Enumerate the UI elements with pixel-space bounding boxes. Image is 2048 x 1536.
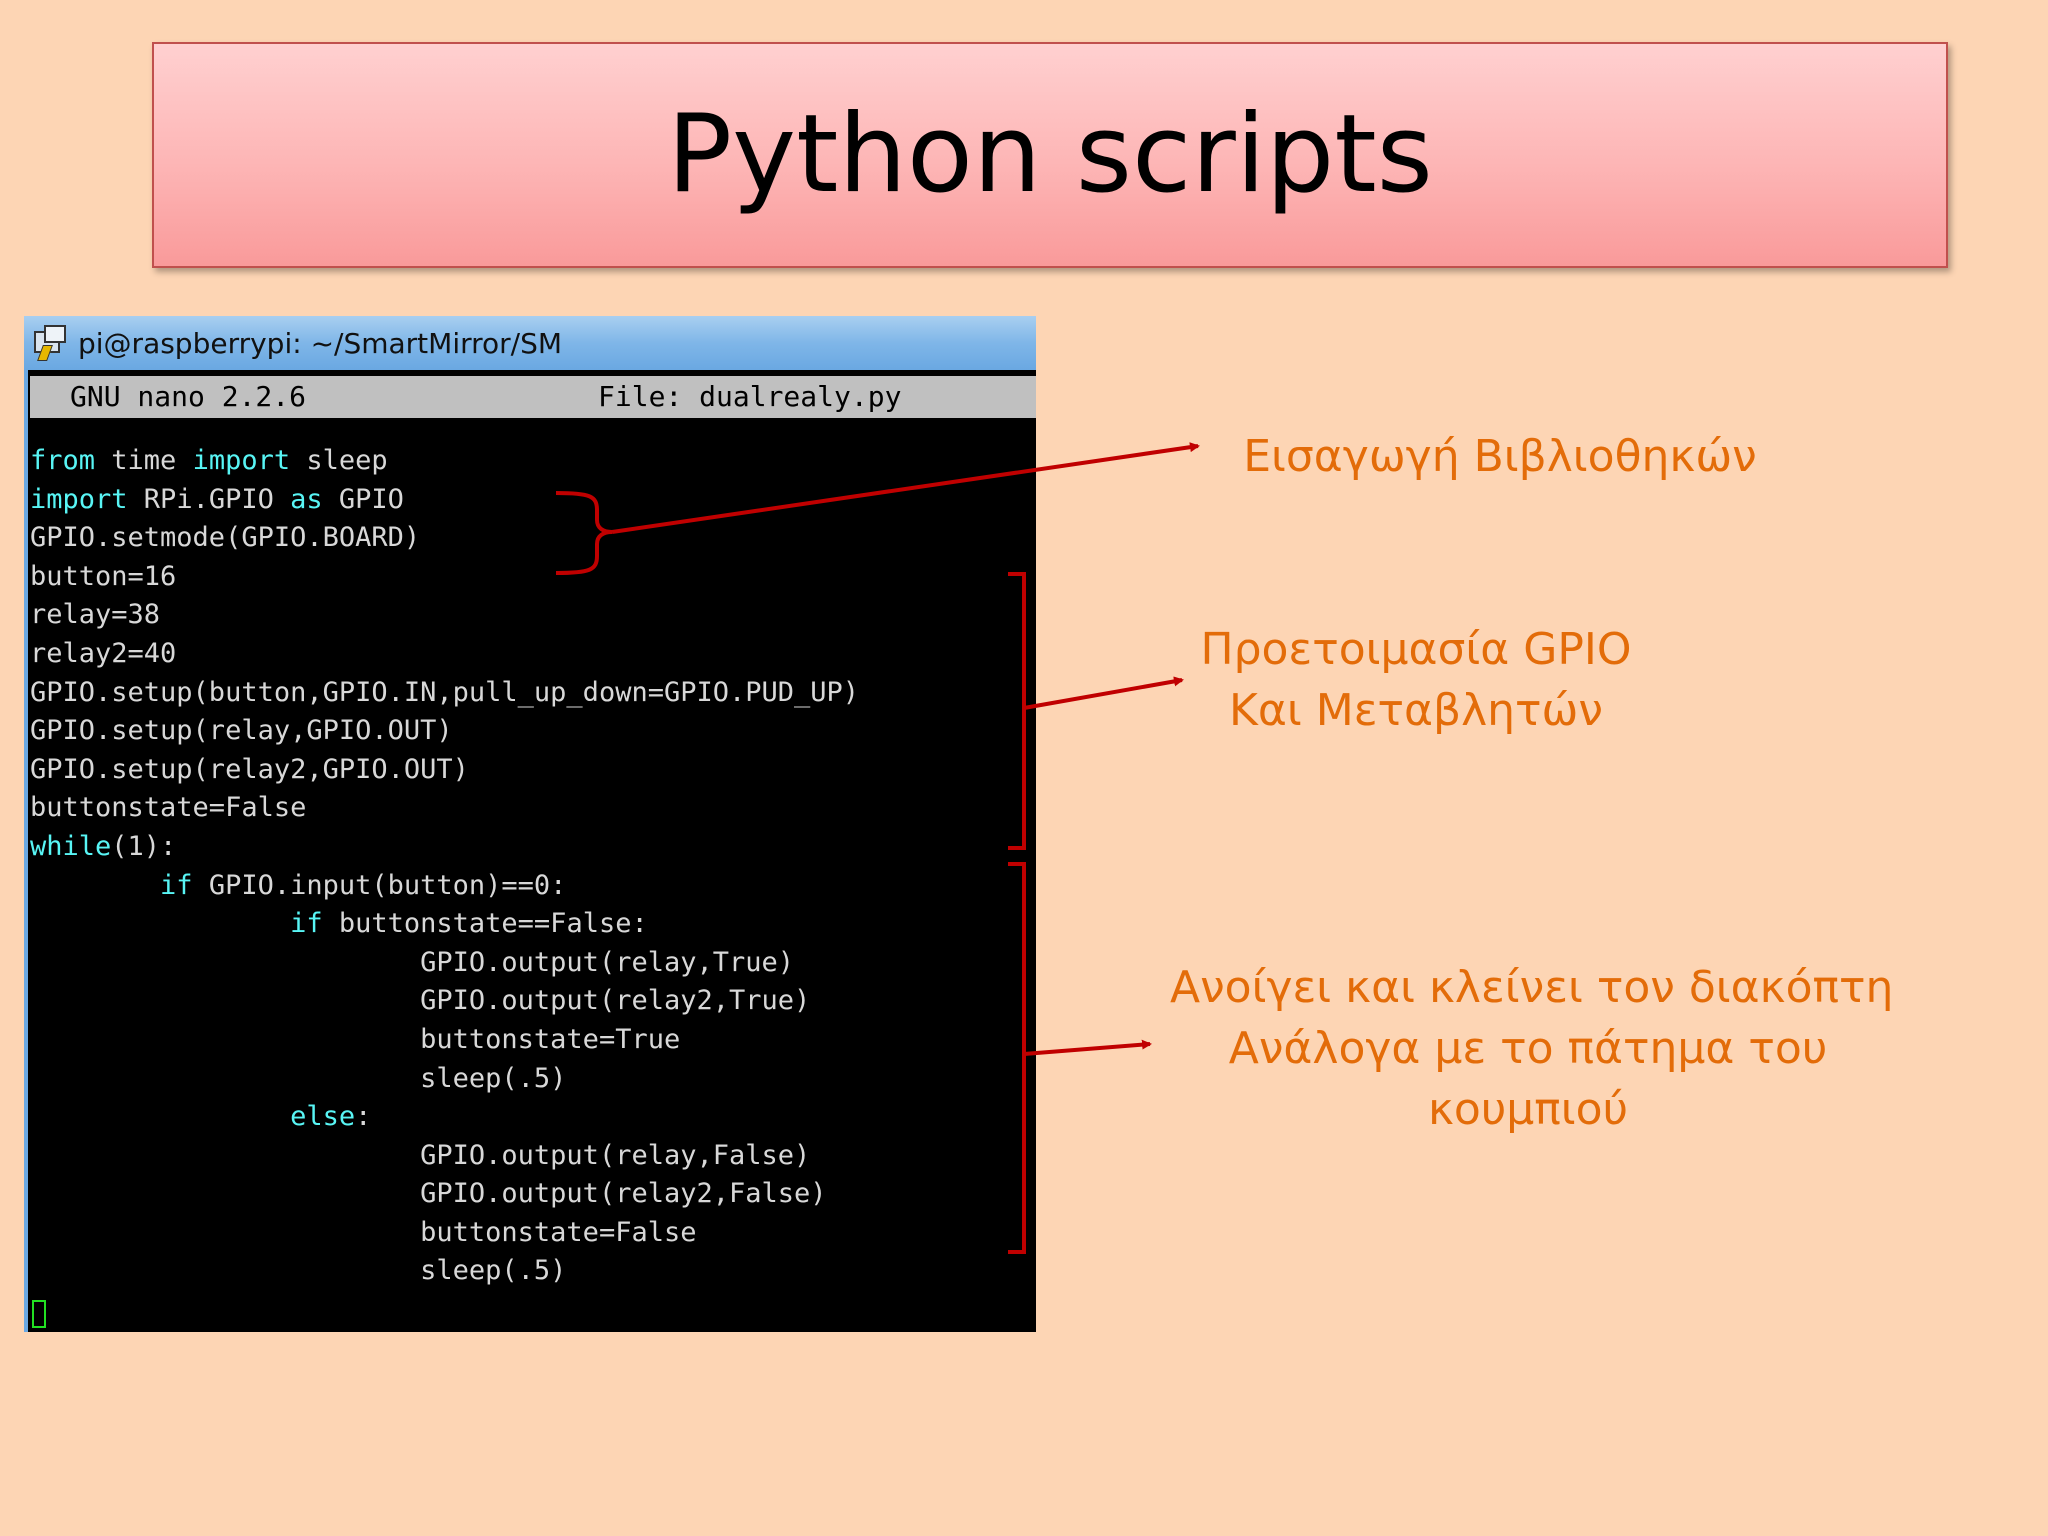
annotation-setup-line2: Και Μεταβλητών	[1229, 685, 1603, 736]
code-text: :	[355, 1101, 372, 1133]
code-keyword: as	[290, 483, 323, 515]
annotation-loop-line3: κουμπιού	[1427, 1084, 1629, 1135]
code-text: buttonstate=True	[30, 1023, 681, 1055]
code-line[interactable]: GPIO.setup(relay2,GPIO.OUT)	[30, 751, 1036, 790]
code-text: GPIO.output(relay,True)	[30, 946, 795, 978]
code-keyword: from	[30, 445, 96, 476]
code-line[interactable]: else:	[30, 1098, 1036, 1137]
code-text: GPIO.setup(relay,GPIO.OUT)	[30, 715, 453, 747]
code-line[interactable]: GPIO.output(relay2,True)	[30, 982, 1036, 1021]
code-line[interactable]: GPIO.setmode(GPIO.BOARD)	[30, 519, 1036, 558]
window-title: pi@raspberrypi: ~/SmartMirror/SM	[78, 326, 563, 360]
putty-icon	[30, 325, 66, 361]
terminal-window[interactable]: pi@raspberrypi: ~/SmartMirror/SM GNU nan…	[24, 316, 1036, 1332]
code-keyword: while	[30, 830, 112, 862]
code-text: GPIO.output(relay2,False)	[30, 1178, 827, 1210]
code-line[interactable]: relay=38	[30, 596, 1036, 635]
code-line[interactable]: GPIO.setup(button,GPIO.IN,pull_up_down=G…	[30, 674, 1036, 713]
code-text: GPIO.setup(button,GPIO.IN,pull_up_down=G…	[30, 676, 860, 708]
code-text: buttonstate=False	[30, 1216, 697, 1248]
code-editor[interactable]: from time import sleep import RPi.GPIO as…	[30, 442, 1036, 1291]
loop-arrow	[1023, 1039, 1152, 1056]
annotation-loop-line2: Ανάλογα με το πάτημα του	[1228, 1023, 1828, 1074]
annotation-imports: Εισαγωγή Βιβλιοθηκών	[1240, 426, 1760, 487]
nano-header-bar: GNU nano 2.2.6 File: dualrealy.py	[30, 376, 1036, 418]
code-line[interactable]: buttonstate=False	[30, 1214, 1036, 1253]
code-text: GPIO.output(relay,False)	[30, 1139, 811, 1171]
code-text: RPi.GPIO	[127, 483, 291, 515]
window-left-border	[24, 370, 28, 1332]
title-box: Python scripts	[152, 42, 1948, 268]
code-text: GPIO.setmode(GPIO.BOARD)	[30, 522, 421, 554]
code-line[interactable]: if GPIO.input(button)==0:	[30, 867, 1036, 906]
code-keyword: else	[290, 1101, 356, 1133]
nano-version: GNU nano 2.2.6	[70, 380, 307, 413]
nano-file-name: File: dualrealy.py	[598, 380, 902, 413]
code-line[interactable]: button=16	[30, 558, 1036, 597]
code-line[interactable]: GPIO.output(relay,True)	[30, 944, 1036, 983]
annotation-loop: Ανοίγει και κλείνει τον διακόπτη Ανάλογα…	[1170, 957, 1894, 1140]
code-text: GPIO.output(relay2,True)	[30, 985, 811, 1017]
text-cursor	[32, 1300, 46, 1328]
code-line[interactable]: while(1):	[30, 828, 1036, 867]
annotation-loop-line1: Ανοίγει και κλείνει τον διακόπτη	[1170, 962, 1894, 1013]
annotation-imports-text: Εισαγωγή Βιβλιοθηκών	[1243, 431, 1757, 482]
code-text: sleep(.5)	[30, 1255, 567, 1287]
code-text: GPIO.input(button)==0:	[192, 869, 567, 901]
code-text: time	[95, 445, 193, 476]
code-keyword: import	[192, 445, 291, 476]
code-text: buttonstate=False	[30, 792, 307, 824]
code-line[interactable]: buttonstate=False	[30, 789, 1036, 828]
code-line[interactable]: if buttonstate==False:	[30, 905, 1036, 944]
annotation-setup: Προετοιμασία GPIO Και Μεταβλητών	[1180, 619, 1652, 741]
code-line[interactable]: sleep(.5)	[30, 1060, 1036, 1099]
annotation-setup-line1: Προετοιμασία GPIO	[1200, 624, 1632, 675]
code-text: sleep	[290, 445, 388, 476]
code-text: GPIO.setup(relay2,GPIO.OUT)	[30, 753, 469, 785]
code-line[interactable]: sleep(.5)	[30, 1252, 1036, 1291]
code-text: GPIO	[322, 483, 404, 515]
code-line[interactable]: GPIO.output(relay2,False)	[30, 1175, 1036, 1214]
window-titlebar[interactable]: pi@raspberrypi: ~/SmartMirror/SM	[24, 316, 1036, 370]
code-text: button=16	[30, 560, 177, 592]
code-keyword: if	[290, 908, 323, 940]
code-line[interactable]: from time import sleep	[30, 442, 1036, 481]
code-text: (1):	[111, 830, 177, 862]
slide-title: Python scripts	[667, 92, 1433, 217]
code-line[interactable]: GPIO.setup(relay,GPIO.OUT)	[30, 712, 1036, 751]
code-text: relay2=40	[30, 637, 177, 669]
code-keyword: if	[160, 869, 193, 901]
code-text: relay=38	[30, 599, 161, 631]
code-keyword: import	[30, 483, 128, 515]
setup-arrow	[1023, 676, 1184, 710]
code-line[interactable]: relay2=40	[30, 635, 1036, 674]
code-text: buttonstate==False:	[322, 908, 648, 940]
code-line[interactable]: GPIO.output(relay,False)	[30, 1137, 1036, 1176]
code-text: sleep(.5)	[30, 1062, 567, 1094]
code-line[interactable]: buttonstate=True	[30, 1021, 1036, 1060]
code-line[interactable]: import RPi.GPIO as GPIO	[30, 481, 1036, 520]
